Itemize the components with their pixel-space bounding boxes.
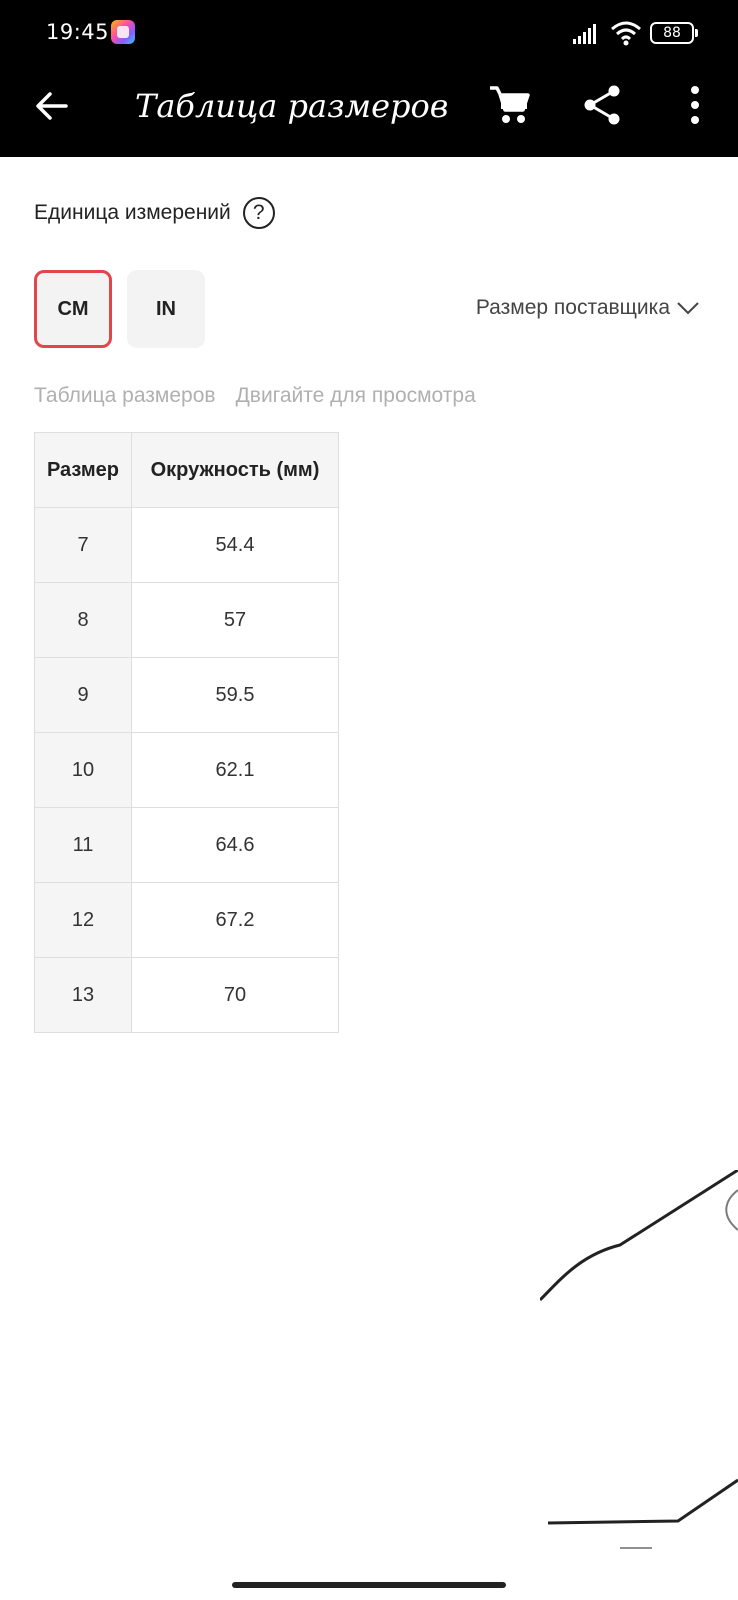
battery-icon: 88 xyxy=(650,22,698,44)
unit-label: Единица измерений xyxy=(34,201,231,224)
back-arrow-icon xyxy=(36,92,68,120)
table-row: 7 54.4 xyxy=(34,507,339,583)
home-indicator[interactable] xyxy=(232,1582,506,1588)
share-button[interactable] xyxy=(580,82,626,128)
help-icon[interactable]: ? xyxy=(242,197,275,229)
unit-in-button[interactable]: IN xyxy=(127,270,205,348)
circumference-cell: 57 xyxy=(131,582,339,658)
hand-measurement-illustration xyxy=(540,1170,738,1570)
table-row: 12 67.2 xyxy=(34,882,339,958)
size-cell: 10 xyxy=(34,732,132,808)
cart-button[interactable] xyxy=(486,82,532,128)
unit-cm-button[interactable]: CM xyxy=(34,270,112,348)
more-vert-icon xyxy=(691,86,699,124)
table-row: 8 57 xyxy=(34,582,339,658)
circumference-cell: 59.5 xyxy=(131,657,339,733)
size-cell: 13 xyxy=(34,957,132,1033)
supplier-size-dropdown[interactable]: Размер поставщика xyxy=(476,296,700,320)
size-cell: 8 xyxy=(34,582,132,658)
table-hint-row: Таблица размеров Двигайте для просмотра xyxy=(34,384,476,408)
table-row: 10 62.1 xyxy=(34,732,339,808)
app-badge-icon xyxy=(111,20,135,44)
header-size: Размер xyxy=(34,432,132,508)
share-icon xyxy=(584,85,620,125)
cart-icon xyxy=(490,86,530,123)
size-cell: 12 xyxy=(34,882,132,958)
app-bar: Таблица размеров xyxy=(0,64,738,157)
back-button[interactable] xyxy=(30,84,74,128)
size-cell: 7 xyxy=(34,507,132,583)
chevron-down-icon xyxy=(677,302,699,315)
more-options-button[interactable] xyxy=(672,82,718,128)
supplier-size-label: Размер поставщика xyxy=(475,296,670,319)
top-bar: 19:45 88 Таблица размеров xyxy=(0,0,738,157)
status-bar: 19:45 88 xyxy=(0,0,738,64)
size-table: Размер Окружность (мм) 7 54.4 8 57 9 59.… xyxy=(34,432,339,1033)
size-cell: 11 xyxy=(34,807,132,883)
signal-icon xyxy=(573,24,599,44)
table-row: 13 70 xyxy=(34,957,339,1033)
circumference-cell: 67.2 xyxy=(131,882,339,958)
header-circumference: Окружность (мм) xyxy=(131,432,339,508)
table-row: 9 59.5 xyxy=(34,657,339,733)
circumference-cell: 62.1 xyxy=(131,732,339,808)
circumference-cell: 54.4 xyxy=(131,507,339,583)
circumference-cell: 64.6 xyxy=(131,807,339,883)
size-cell: 9 xyxy=(34,657,132,733)
table-header-row: Размер Окружность (мм) xyxy=(34,432,339,508)
wifi-icon xyxy=(610,20,642,46)
scroll-hint: Двигайте для просмотра xyxy=(235,384,476,407)
unit-row: Единица измерений ? xyxy=(34,196,275,230)
status-time: 19:45 xyxy=(46,20,110,44)
page-title: Таблица размеров xyxy=(135,87,449,125)
table-row: 11 64.6 xyxy=(34,807,339,883)
circumference-cell: 70 xyxy=(131,957,339,1033)
table-label: Таблица размеров xyxy=(34,384,216,407)
